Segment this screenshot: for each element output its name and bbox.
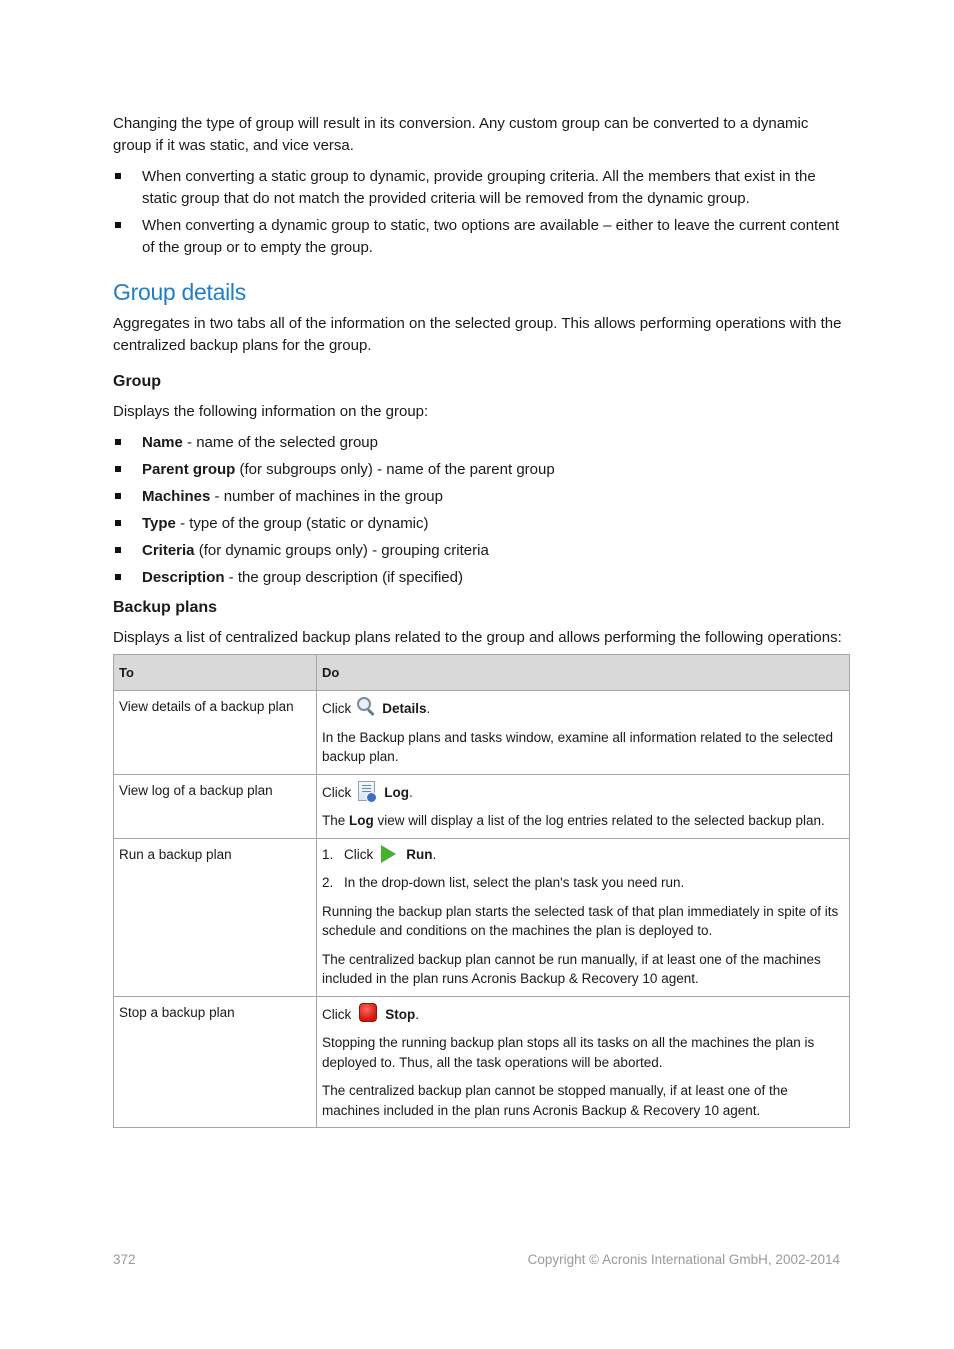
group-lead: Displays the following information on th… xyxy=(113,403,429,420)
punct: . xyxy=(432,846,437,862)
note: The centralized backup plan cannot be st… xyxy=(322,1083,788,1118)
click-text: Click xyxy=(322,1006,352,1022)
intro-paragraph: Changing the type of group will result i… xyxy=(113,115,809,154)
action-log: Log xyxy=(384,784,409,800)
list-item: Name - name of the selected group xyxy=(113,432,850,454)
note-text: The xyxy=(322,813,350,828)
punct: . xyxy=(409,784,413,800)
table-row: View log of a backup plan Click Log. The … xyxy=(113,773,850,839)
action-details: Details xyxy=(382,701,427,716)
magnifier-icon xyxy=(355,697,377,717)
document-page: Changing the type of group will result i… xyxy=(113,113,850,1128)
field-text: (for dynamic groups only) - grouping cri… xyxy=(194,541,489,559)
note: The centralized backup plan cannot be ru… xyxy=(322,951,821,987)
log-icon xyxy=(358,780,378,803)
play-icon xyxy=(381,844,397,863)
punct: . xyxy=(426,701,431,716)
list-item: Machines - number of machines in the gro… xyxy=(113,486,850,508)
list-item: Criteria (for dynamic groups only) - gro… xyxy=(113,540,850,562)
field-term: Parent group xyxy=(142,460,236,478)
list-item: Description - the group description (if … xyxy=(113,567,850,589)
table-row: Stop a backup plan Click Stop. Stopping t… xyxy=(113,995,850,1128)
note: In the Backup plans and tasks window, ex… xyxy=(322,729,834,765)
section-title: Group details xyxy=(113,279,246,305)
cell-to: Run a backup plan xyxy=(113,837,317,997)
stop-icon xyxy=(359,1002,378,1022)
step-text: In the drop-down list, select the plan's… xyxy=(344,875,685,890)
field-text: - name of the selected group xyxy=(182,433,378,451)
action-stop: Stop xyxy=(385,1006,416,1022)
column-header-to: To xyxy=(113,654,317,691)
backup-plans-heading: Backup plans xyxy=(113,598,218,616)
table-row: Run a backup plan 1. Click Run. 2. In the d… xyxy=(113,837,850,997)
cell-do: Click Log. The Log view will display a li… xyxy=(316,773,850,839)
note-bold: Log xyxy=(349,813,374,828)
conversion-list: When converting a static group to dynami… xyxy=(113,166,850,258)
field-text: - type of the group (static or dynamic) xyxy=(175,514,429,532)
note: Running the backup plan starts the selec… xyxy=(322,903,839,939)
cell-to: View log of a backup plan xyxy=(113,773,317,839)
list-item: Parent group (for subgroups only) - name… xyxy=(113,459,850,481)
table-row: View details of a backup plan Click Detai… xyxy=(113,690,850,775)
cell-do: 1. Click Run. 2. In the drop-down list, sel… xyxy=(316,837,850,997)
table-header-row: To Do xyxy=(113,654,850,691)
click-text: Click xyxy=(322,701,352,716)
page-footer: 372 Copyright © Acronis International Gm… xyxy=(113,1252,840,1267)
punct: . xyxy=(415,1006,420,1022)
field-term: Machines xyxy=(142,487,211,505)
group-heading: Group xyxy=(113,373,161,390)
list-item: Type - type of the group (static or dyna… xyxy=(113,513,850,535)
note: Stopping the running backup plan stops a… xyxy=(322,1035,815,1070)
cell-do: Click Details. In the Backup plans and ta… xyxy=(316,690,850,775)
group-fields-list: Name - name of the selected group Parent… xyxy=(113,432,850,589)
note: The Log view will display a list of the … xyxy=(322,811,844,831)
click-text: Click xyxy=(322,784,352,800)
note-text: view will display a list of the log entr… xyxy=(373,813,825,828)
cell-do: Click Stop. Stopping the running backup p… xyxy=(316,995,850,1128)
page-number: 372 xyxy=(113,1252,136,1267)
cell-to: Stop a backup plan xyxy=(113,995,317,1128)
cell-to: View details of a backup plan xyxy=(113,690,317,775)
click-text: Click xyxy=(344,846,374,862)
field-term: Name xyxy=(142,433,183,451)
column-header-do: Do xyxy=(316,654,850,691)
field-text: - number of machines in the group xyxy=(210,487,443,505)
step-number: 1. xyxy=(322,846,334,862)
backup-plans-lead: Displays a list of centralized backup pl… xyxy=(113,628,842,646)
action-run: Run xyxy=(406,846,433,862)
field-term: Type xyxy=(142,514,176,532)
copyright: Copyright © Acronis International GmbH, … xyxy=(527,1252,840,1267)
field-text: (for subgroups only) - name of the paren… xyxy=(235,460,555,478)
list-item: When converting a static group to dynami… xyxy=(113,166,850,209)
list-item: When converting a dynamic group to stati… xyxy=(113,215,850,258)
field-text: - the group description (if specified) xyxy=(224,568,463,586)
operations-table: To Do View details of a backup plan Clic… xyxy=(113,654,850,1128)
section-description: Aggregates in two tabs all of the inform… xyxy=(113,315,842,354)
field-term: Description xyxy=(142,568,225,586)
step-number: 2. xyxy=(322,875,334,890)
field-term: Criteria xyxy=(142,541,195,559)
